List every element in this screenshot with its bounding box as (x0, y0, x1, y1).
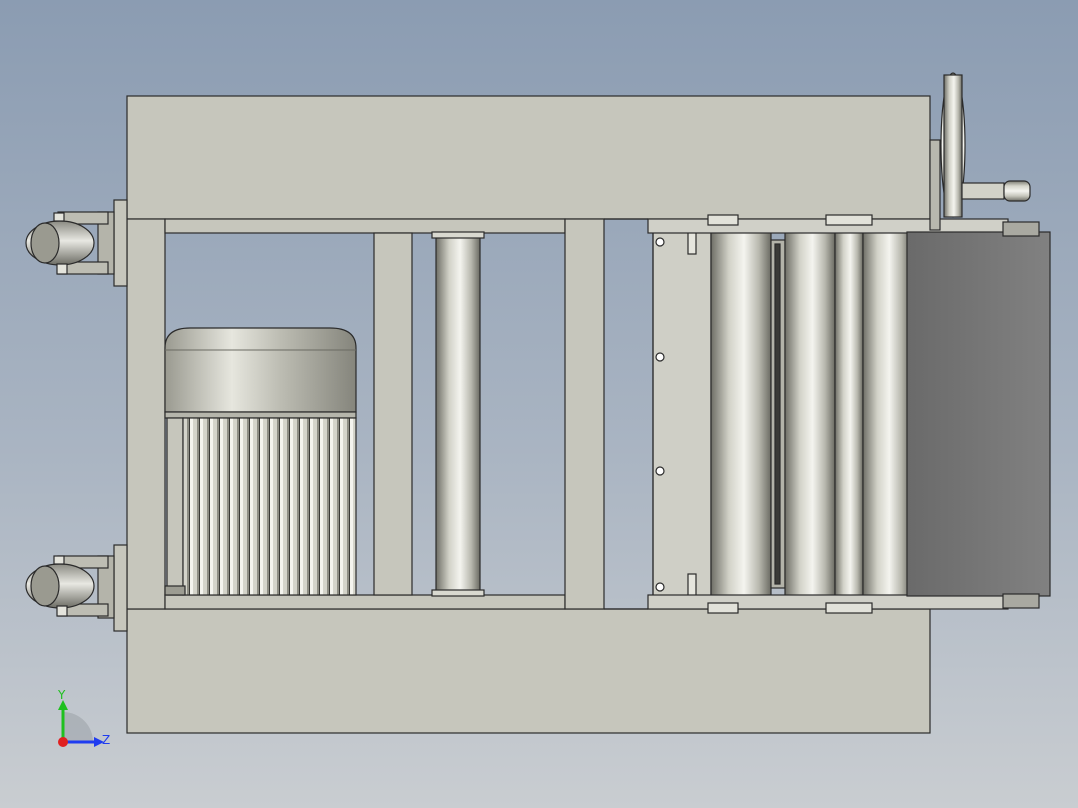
frame-bottom-beam (126, 608, 931, 734)
motor (164, 327, 357, 596)
cad-viewport[interactable]: Y Z (0, 0, 1078, 808)
machine-drawing: Y Z (25, 72, 1051, 747)
caster-wheel-lower (25, 544, 128, 632)
axis-triad: Y Z (57, 688, 110, 747)
frame-upper-rail (164, 218, 566, 234)
triad-x-origin (58, 737, 68, 747)
triad-z-label: Z (102, 733, 110, 747)
frame-right-post-a (564, 218, 605, 610)
caster-wheel-upper (25, 199, 128, 287)
drum-cover (906, 231, 1051, 597)
handwheel (929, 72, 1031, 231)
frame-top-beam (126, 95, 931, 220)
frame-lower-rail (164, 594, 566, 610)
frame-left-post (126, 218, 166, 610)
shaft-cylinder (435, 234, 481, 594)
frame-center-post (373, 232, 413, 596)
triad-y-label: Y (57, 688, 66, 702)
